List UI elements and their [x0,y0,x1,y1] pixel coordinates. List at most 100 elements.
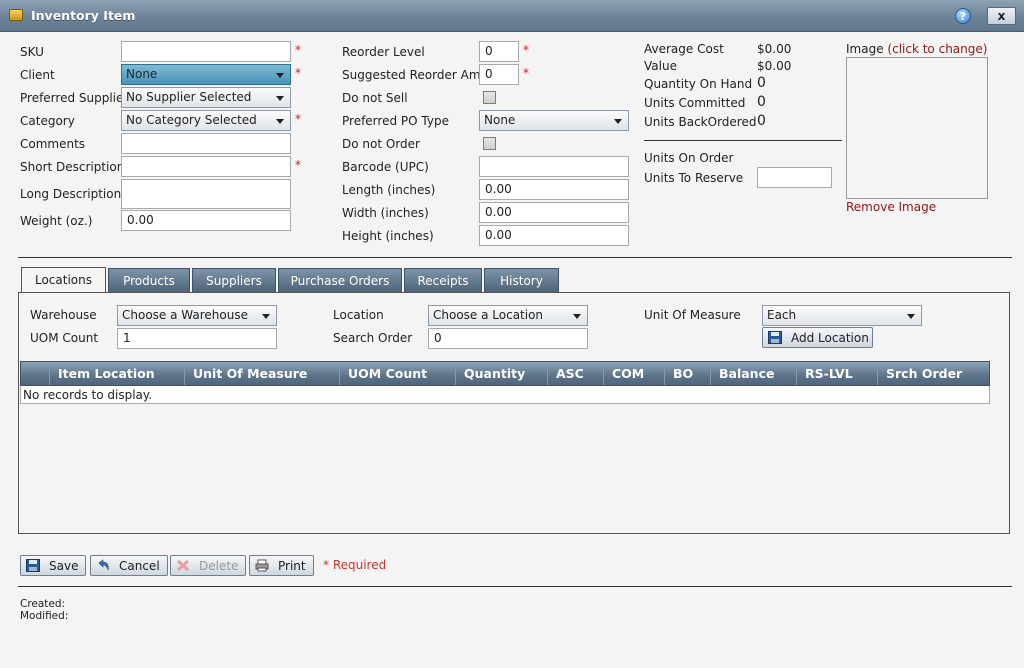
length-input[interactable]: 0.00 [479,179,629,200]
location-label: Location [333,308,384,322]
column-header[interactable]: Unit Of Measure [184,362,339,385]
save-disk-icon [26,559,40,572]
column-header[interactable]: BO [664,362,710,385]
chevron-down-icon [262,314,270,319]
required-marker: * [295,43,301,57]
do-not-order-checkbox[interactable] [483,137,496,150]
add-location-button[interactable]: Add Location [762,327,873,348]
uom-count-input[interactable]: 1 [117,328,277,349]
column-header[interactable]: COM [603,362,664,385]
weight-input[interactable]: 0.00 [121,210,291,231]
height-input[interactable]: 0.00 [479,225,629,246]
required-marker: * [523,43,529,57]
footer-divider [18,586,1012,587]
delete-x-icon [176,559,190,572]
required-marker: * [295,66,301,80]
print-button[interactable]: Print [249,555,314,576]
change-image-link[interactable]: (click to change) [887,42,987,56]
chevron-down-icon [276,119,284,124]
required-marker: * [295,158,301,172]
unit-of-measure-label: Unit Of Measure [644,308,741,322]
location-select[interactable]: Choose a Location [428,305,588,326]
column-header[interactable]: UOM Count [339,362,455,385]
created-label: Created: [20,598,66,610]
locations-grid-body: No records to display. [20,386,990,404]
add-location-label: Add Location [791,331,869,345]
preferred-po-type-select[interactable]: None [479,110,629,131]
long-description-textarea[interactable] [121,179,291,209]
column-header[interactable]: Balance [710,362,796,385]
required-marker: * [523,66,529,80]
item-image[interactable] [846,57,988,199]
long-description-label: Long Description [20,187,122,201]
units-backordered-label: Units BackOrdered [644,115,757,129]
required-marker: * [295,112,301,126]
stats-divider [644,140,842,141]
section-divider [18,257,1012,258]
inventory-icon [9,9,23,21]
column-header[interactable]: Quantity [455,362,547,385]
undo-arrow-icon [98,559,109,571]
category-label: Category [20,114,75,128]
unit-of-measure-select[interactable]: Each [762,305,922,326]
units-committed-value: 0 [757,94,766,110]
close-button[interactable]: x [987,7,1016,25]
average-cost-label: Average Cost [644,42,724,56]
preferred-supplier-select[interactable]: No Supplier Selected [121,87,291,108]
units-to-reserve-label: Units To Reserve [644,171,744,185]
tab-products[interactable]: Products [108,268,190,292]
column-header[interactable]: ASC [547,362,603,385]
chevron-down-icon [573,314,581,319]
width-label: Width (inches) [342,206,429,220]
value-label: Value [644,59,677,73]
do-not-order-label: Do not Order [342,137,420,151]
warehouse-label: Warehouse [30,308,97,322]
column-header[interactable]: Srch Order [877,362,989,385]
window-title: Inventory Item [31,8,136,23]
save-label: Save [49,559,79,573]
chevron-down-icon [907,314,915,319]
grid-expand-column [21,362,49,385]
uom-count-label: UOM Count [30,331,99,345]
sku-input[interactable] [121,41,291,62]
save-disk-icon [768,331,782,344]
help-icon[interactable]: ? [955,8,971,24]
location-value: Choose a Location [433,308,544,322]
cancel-button[interactable]: Cancel [90,555,168,576]
warehouse-select[interactable]: Choose a Warehouse [117,305,277,326]
tab-history[interactable]: History [484,268,559,292]
tab-suppliers[interactable]: Suppliers [192,268,276,292]
search-order-input[interactable]: 0 [428,328,588,349]
short-description-input[interactable] [121,156,291,177]
remove-image-link[interactable]: Remove Image [846,200,936,214]
short-description-label: Short Description [20,160,125,174]
modified-label: Modified: [20,610,69,622]
column-header[interactable]: Item Location [49,362,184,385]
units-to-reserve-input[interactable] [757,167,832,188]
height-label: Height (inches) [342,229,434,243]
tab-purchase-orders[interactable]: Purchase Orders [278,268,402,292]
column-header[interactable]: RS-LVL [796,362,877,385]
comments-input[interactable] [121,133,291,154]
locations-grid-header: Item Location Unit Of Measure UOM Count … [20,361,990,386]
search-order-label: Search Order [333,331,413,345]
tab-locations[interactable]: Locations [21,267,106,293]
save-button[interactable]: Save [20,555,86,576]
window-titlebar: Inventory Item ? x [0,0,1024,32]
client-select-value: None [126,67,158,81]
delete-button[interactable]: Delete [170,555,246,576]
width-input[interactable]: 0.00 [479,202,629,223]
barcode-label: Barcode (UPC) [342,160,429,174]
tab-receipts[interactable]: Receipts [404,268,482,292]
weight-label: Weight (oz.) [20,214,93,228]
units-committed-label: Units Committed [644,96,746,110]
suggested-reorder-input[interactable]: 0 [479,64,519,85]
do-not-sell-checkbox[interactable] [483,91,496,104]
client-select[interactable]: None [121,64,291,85]
grid-empty-message: No records to display. [23,388,153,402]
image-label: Image [846,42,884,56]
reorder-level-input[interactable]: 0 [479,41,519,62]
category-select[interactable]: No Category Selected [121,110,291,131]
value-value: $0.00 [757,59,792,73]
barcode-input[interactable] [479,156,629,177]
